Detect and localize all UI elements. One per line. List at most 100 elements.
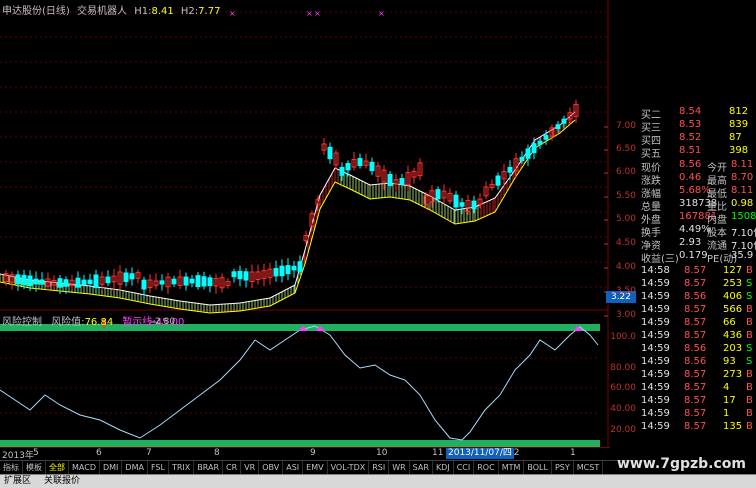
candle-body	[207, 277, 213, 287]
tick-price: 8.57	[684, 382, 707, 393]
quote-stat-row: 涨跌 0.46 最高 8.70	[639, 172, 756, 187]
stat-value-2: 8.70	[731, 172, 754, 183]
date-axis-label: 11	[432, 448, 444, 458]
tick-price: 8.57	[684, 265, 707, 276]
bid-volume: 839	[729, 119, 749, 130]
h2-label: H2:	[180, 6, 199, 17]
tick-side: B	[746, 395, 753, 406]
candle-body	[531, 143, 537, 154]
price-axis-tick: 4.00	[615, 262, 636, 272]
date-axis-label: 7	[146, 448, 152, 458]
tick-time: 14:58	[641, 265, 670, 276]
tick-time: 14:59	[641, 330, 670, 341]
quote-stat-row: 总量 318738 量比 0.98	[639, 198, 756, 213]
candle-body	[543, 135, 549, 140]
price-axis-tick: 7.00	[615, 121, 636, 131]
price-axis-tick: 3.50	[615, 286, 636, 296]
indicator-tab[interactable]: VOL-TDX	[328, 461, 370, 474]
expand-area-tab[interactable]: 扩展区	[4, 475, 31, 488]
price-axis-tick: 4.50	[615, 238, 636, 248]
tick-side: B	[746, 408, 753, 419]
quote-stat-row: 净资2.93流通7.10亿	[639, 237, 756, 252]
tick-side: S	[746, 343, 753, 354]
bid-price: 8.54	[679, 106, 702, 117]
hint-label: 暂示线:	[122, 317, 156, 328]
quote-panel: 买二 8.54 812 买三 8.53 839 买四 8.52 87 买五 8.51 398 现价 8.5…	[639, 104, 756, 456]
indicator-tab[interactable]: PSY	[552, 461, 574, 474]
sub-axis-tick: 40.00	[610, 404, 636, 414]
indicator-tab[interactable]: SAR	[410, 461, 433, 474]
candle-body	[201, 276, 207, 287]
sub-axis-tick: 100.0	[610, 332, 636, 342]
stat-value-2: 35.9	[731, 250, 754, 261]
h1-label: H1:	[134, 6, 152, 17]
stat-value-2: 8.11	[731, 159, 754, 170]
indicator-tab[interactable]: DMA	[122, 461, 148, 474]
stat-value: 0.46	[679, 172, 702, 183]
price-axis-tick: 5.50	[615, 191, 636, 201]
tick-row: 14:59 8.57 4 B	[639, 382, 756, 395]
tick-row: 14:59 8.57 1 B	[639, 408, 756, 421]
bid-price: 8.53	[679, 119, 702, 130]
candle-body	[471, 200, 477, 210]
date-axis-label: 9	[310, 448, 316, 458]
indicator-tab[interactable]: RSI	[369, 461, 390, 474]
stat-value-2: 0.98	[731, 198, 754, 209]
indicator-name: 交易机器人	[77, 6, 127, 17]
indicator-tab[interactable]: DMI	[100, 461, 123, 474]
indicator-tab[interactable]: 模板	[23, 461, 46, 474]
indicator-tab[interactable]: 指标	[0, 461, 23, 474]
bid-row: 买二 8.54 812	[639, 106, 756, 121]
candle-body	[357, 157, 363, 167]
candle-body	[279, 265, 285, 277]
indicator-tab[interactable]: MCST	[574, 461, 604, 474]
candle-body	[33, 278, 39, 285]
tick-side: B	[746, 304, 753, 315]
tick-time: 14:59	[641, 317, 670, 328]
candle-body	[339, 166, 345, 176]
date-axis-label: 5	[33, 448, 39, 458]
indicator-tab[interactable]: VR	[241, 461, 260, 474]
quote-stat-row: 涨幅 5.68% 最低 8.11	[639, 185, 756, 200]
indicator-tab[interactable]: KDJ	[433, 461, 454, 474]
related-quote-tab[interactable]: 关联报价	[44, 475, 80, 488]
indicator-tab[interactable]: CR	[223, 461, 242, 474]
indicator-tab[interactable]: MACD	[69, 461, 100, 474]
indicator-tab[interactable]: BOLL	[524, 461, 552, 474]
stat-value-2: 150857	[731, 211, 756, 222]
indicator-tab[interactable]: 全部	[46, 461, 69, 474]
indicator-tab[interactable]: CCI	[454, 461, 475, 474]
bid-volume: 812	[729, 106, 749, 117]
tick-side: B	[746, 317, 753, 328]
sub-axis-tick: 80.00	[610, 363, 636, 373]
candle-body	[123, 272, 129, 283]
tick-volume: 273	[723, 369, 743, 380]
bid-volume: 398	[729, 145, 749, 156]
candle-body	[369, 161, 375, 172]
tick-time: 14:59	[641, 304, 670, 315]
bid-row: 买四 8.52 87	[639, 132, 756, 147]
indicator-tab[interactable]: OBV	[259, 461, 284, 474]
candle-body	[189, 278, 195, 284]
sub-axis-tick: 20.00	[610, 425, 636, 435]
indicator-tab[interactable]: EMV	[303, 461, 328, 474]
candle-body	[519, 156, 525, 162]
indicator-tab[interactable]: TRIX	[169, 461, 195, 474]
tick-price: 8.57	[684, 395, 707, 406]
kline-chart[interactable]: × × × ×	[0, 0, 610, 460]
tick-price: 8.57	[684, 330, 707, 341]
indicator-tab[interactable]: FSL	[148, 461, 169, 474]
tick-side: S	[746, 291, 753, 302]
indicator-tab[interactable]: BRAR	[194, 461, 224, 474]
indicator-tab[interactable]: ROC	[474, 461, 499, 474]
chart-area[interactable]: × × × × 申达股份(日线) 交易机器人 H1:8.41 H2:7.77 风险控制…	[0, 0, 610, 461]
indicator-tab[interactable]: MTM	[499, 461, 525, 474]
price-axis-tick: 3.00	[615, 310, 636, 320]
tick-price: 8.57	[684, 408, 707, 419]
tick-volume: 127	[723, 265, 743, 276]
tick-time: 14:59	[641, 395, 670, 406]
chart-header: 申达股份(日线) 交易机器人 H1:8.41 H2:7.77	[2, 2, 224, 17]
indicator-tab[interactable]: WR	[389, 461, 410, 474]
indicator-tab[interactable]: ASI	[283, 461, 304, 474]
tick-volume: 406	[723, 291, 743, 302]
